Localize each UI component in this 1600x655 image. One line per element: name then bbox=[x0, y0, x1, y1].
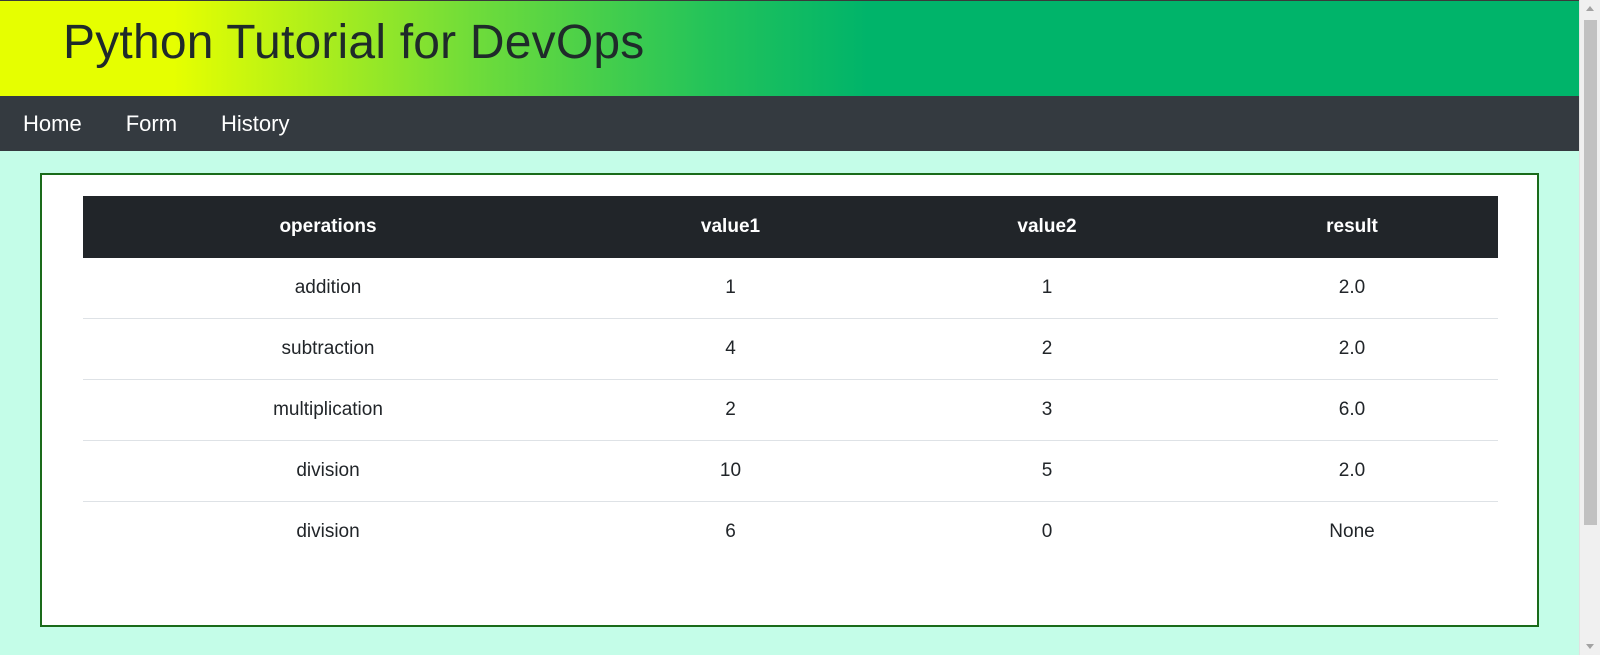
cell-result: None bbox=[1206, 501, 1498, 562]
cell-result: 6.0 bbox=[1206, 379, 1498, 441]
page: Python Tutorial for DevOps Home Form His… bbox=[0, 0, 1579, 655]
nav-link-home[interactable]: Home bbox=[23, 111, 82, 137]
history-container: operations value1 value2 result addition… bbox=[40, 173, 1539, 627]
scroll-down-arrow-icon[interactable] bbox=[1586, 644, 1594, 649]
scrollbar-thumb[interactable] bbox=[1584, 20, 1597, 525]
cell-value1: 4 bbox=[573, 318, 888, 380]
cell-value1: 10 bbox=[573, 440, 888, 502]
cell-operation: division bbox=[83, 501, 573, 562]
cell-value1: 1 bbox=[725, 277, 736, 298]
site-title: Python Tutorial for DevOps bbox=[63, 16, 645, 69]
cell-value2: 1 bbox=[1041, 277, 1053, 298]
cell-value2: 2 bbox=[888, 318, 1206, 380]
cell-operation: addition bbox=[294, 277, 362, 298]
cell-value2: 3 bbox=[888, 379, 1206, 441]
cell-result: 2.0 bbox=[1206, 318, 1498, 380]
nav-link-form[interactable]: Form bbox=[126, 111, 177, 137]
table-row: division 6 0 None bbox=[83, 501, 1498, 562]
table-row: subtraction 4 2 2.0 bbox=[83, 318, 1498, 380]
navbar: Home Form History bbox=[0, 96, 1579, 151]
cell-value2: 0 bbox=[888, 501, 1206, 562]
table-row: multiplication 2 3 6.0 bbox=[83, 379, 1498, 441]
column-header-operations: operations bbox=[83, 196, 573, 258]
table-row: addition 1 1 2.0 bbox=[83, 258, 1498, 319]
table-row: division 10 5 2.0 bbox=[83, 440, 1498, 502]
cell-operation: multiplication bbox=[83, 379, 573, 441]
cell-operation: division bbox=[83, 440, 573, 502]
cell-value1: 2 bbox=[573, 379, 888, 441]
site-header: Python Tutorial for DevOps bbox=[0, 1, 1579, 96]
cell-operation: subtraction bbox=[83, 318, 573, 380]
cell-value2: 5 bbox=[888, 440, 1206, 502]
column-header-value1: value1 bbox=[573, 196, 888, 258]
column-header-value2: value2 bbox=[888, 196, 1206, 258]
vertical-scrollbar[interactable] bbox=[1579, 0, 1600, 655]
history-table: operations value1 value2 result addition… bbox=[83, 196, 1498, 562]
cell-result: 2.0 bbox=[1338, 277, 1366, 298]
column-header-result: result bbox=[1206, 196, 1498, 258]
table-header-row: operations value1 value2 result bbox=[83, 196, 1498, 258]
scroll-up-arrow-icon[interactable] bbox=[1586, 6, 1594, 11]
nav-link-history[interactable]: History bbox=[221, 111, 289, 137]
cell-result: 2.0 bbox=[1206, 440, 1498, 502]
cell-value1: 6 bbox=[573, 501, 888, 562]
